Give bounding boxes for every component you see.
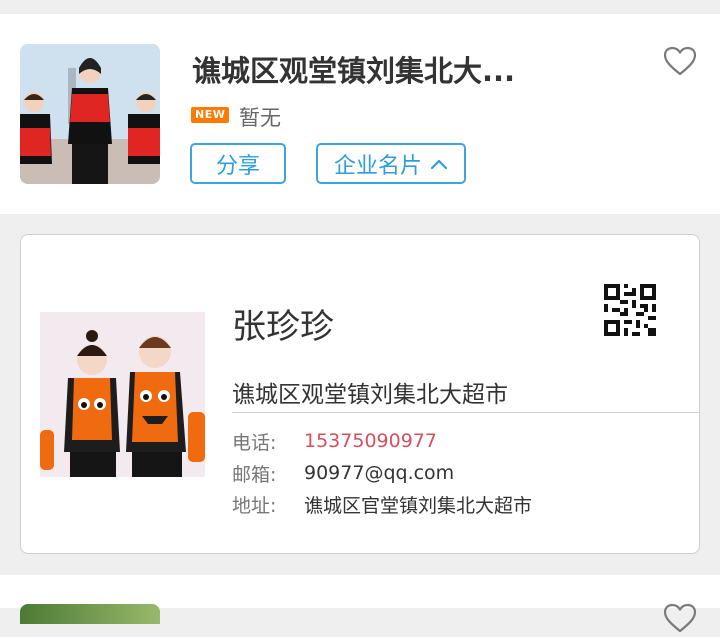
contact-name: 张珍珍: [232, 307, 334, 347]
address-row: 地址: 谯城区官堂镇刘集北大超市: [232, 489, 532, 519]
next-shop-card[interactable]: [0, 575, 720, 633]
business-card-photo: [40, 312, 205, 477]
share-button[interactable]: 分享: [190, 143, 286, 184]
status-text: 暂无: [239, 106, 281, 130]
phone-value[interactable]: 15375090977: [304, 430, 437, 452]
address-value: 谯城区官堂镇刘集北大超市: [304, 494, 533, 517]
company-name: 谯城区观堂镇刘集北大超市: [232, 382, 508, 408]
phone-label: 电话:: [232, 431, 277, 454]
share-button-label: 分享: [215, 153, 260, 179]
next-shop-thumbnail[interactable]: [20, 604, 160, 624]
business-card-toggle-label: 企业名片: [333, 153, 422, 179]
divider: [232, 412, 700, 413]
shop-title[interactable]: 谯城区观堂镇刘集北大...: [192, 48, 632, 90]
top-spacer: [0, 0, 720, 14]
shop-thumbnail[interactable]: [20, 44, 160, 184]
new-badge: NEW: [191, 107, 230, 123]
email-row: 邮箱: 90977@qq.com: [232, 458, 454, 488]
shop-card[interactable]: 谯城区观堂镇刘集北大... NEW 暂无 分享 企业名片: [0, 14, 720, 214]
phone-row: 电话: 15375090977: [232, 426, 437, 456]
email-value[interactable]: 90977@qq.com: [304, 462, 454, 484]
qr-code-icon[interactable]: [604, 284, 656, 336]
address-label: 地址:: [232, 494, 277, 517]
business-card-panel: 张珍珍 谯城区观堂镇刘集北大超市 电话: 15375090977 邮箱: 909…: [20, 234, 700, 554]
heart-outline-icon[interactable]: [662, 601, 698, 637]
email-label: 邮箱:: [232, 463, 277, 486]
business-card-toggle-button[interactable]: 企业名片: [316, 143, 466, 184]
chevron-up-icon: [430, 159, 448, 169]
heart-outline-icon[interactable]: [662, 44, 698, 80]
